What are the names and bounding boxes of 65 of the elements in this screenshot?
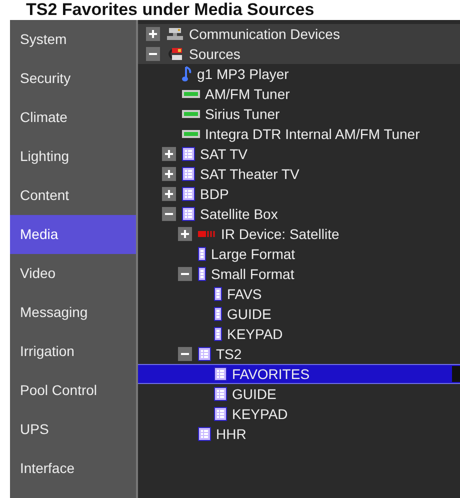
sidebar-item[interactable]: UPS	[10, 410, 136, 449]
collapse-icon[interactable]	[146, 47, 160, 61]
sidebar-item[interactable]: Irrigation	[10, 332, 136, 371]
remote-control-icon	[214, 387, 227, 401]
tuner-icon	[182, 110, 200, 118]
tree-item[interactable]: FAVS	[138, 284, 460, 304]
remote-control-icon	[182, 167, 195, 181]
tree-item[interactable]: BDP	[138, 184, 460, 204]
collapse-icon[interactable]	[162, 207, 176, 221]
music-note-icon	[182, 66, 192, 82]
remote-control-icon	[214, 307, 222, 321]
sidebar-item[interactable]: Media	[10, 215, 136, 254]
infrared-emitter-icon	[198, 230, 216, 238]
tree-item[interactable]: AM/FM Tuner	[138, 84, 460, 104]
tree-item[interactable]: g1 MP3 Player	[138, 64, 460, 84]
tree-item[interactable]: Small Format	[138, 264, 460, 284]
tree-item[interactable]: Integra DTR Internal AM/FM Tuner	[138, 124, 460, 144]
row-handle	[452, 366, 460, 382]
sidebar-item[interactable]: Pool Control	[10, 371, 136, 410]
tree-item[interactable]: Large Format	[138, 244, 460, 264]
remote-control-icon	[214, 287, 222, 301]
tree-item[interactable]: KEYPAD	[138, 324, 460, 344]
cable-plugs-icon	[166, 47, 184, 61]
tree-item[interactable]: HHR	[138, 424, 460, 444]
caption: TS2 Favorites under Media Sources	[25, 0, 316, 20]
sidebar-item[interactable]: System	[10, 20, 136, 59]
remote-control-icon	[198, 267, 206, 281]
sidebar-item[interactable]: Video	[10, 254, 136, 293]
tree-item[interactable]: Satellite Box	[138, 204, 460, 224]
tuner-icon	[182, 90, 200, 98]
tree-item[interactable]: IR Device: Satellite	[138, 224, 460, 244]
tree-item[interactable]: Sirius Tuner	[138, 104, 460, 124]
tree-item[interactable]: FAVORITES	[138, 364, 460, 384]
remote-control-icon	[214, 327, 222, 341]
sidebar-item[interactable]: Messaging	[10, 293, 136, 332]
collapse-icon[interactable]	[178, 267, 192, 281]
tree-item[interactable]: GUIDE	[138, 384, 460, 404]
sidebar-item[interactable]: Content	[10, 176, 136, 215]
tree-item[interactable]: Communication Devices	[138, 24, 460, 44]
tree-item[interactable]: SAT Theater TV	[138, 164, 460, 184]
expand-icon[interactable]	[162, 147, 176, 161]
expand-icon[interactable]	[162, 167, 176, 181]
collapse-icon[interactable]	[178, 347, 192, 361]
tree-item[interactable]: KEYPAD	[138, 404, 460, 424]
remote-control-icon	[214, 407, 227, 421]
sidebar-item[interactable]: Security	[10, 59, 136, 98]
remote-control-icon	[182, 187, 195, 201]
remote-control-icon	[198, 347, 211, 361]
network-icon	[166, 27, 184, 41]
tree-item[interactable]: GUIDE	[138, 304, 460, 324]
sidebar-item[interactable]: Climate	[10, 98, 136, 137]
remote-control-icon	[214, 367, 227, 381]
tuner-icon	[182, 130, 200, 138]
sidebar-item[interactable]: Interface	[10, 449, 136, 488]
tree-item[interactable]: TS2	[138, 344, 460, 364]
tree-item[interactable]: SAT TV	[138, 144, 460, 164]
expand-icon[interactable]	[146, 27, 160, 41]
remote-control-icon	[182, 147, 195, 161]
expand-icon[interactable]	[162, 187, 176, 201]
expand-icon[interactable]	[178, 227, 192, 241]
sidebar-item[interactable]: Lighting	[10, 137, 136, 176]
remote-control-icon	[198, 247, 206, 261]
remote-control-icon	[182, 207, 195, 221]
remote-control-icon	[198, 427, 211, 441]
tree-item[interactable]: Sources	[138, 44, 460, 64]
